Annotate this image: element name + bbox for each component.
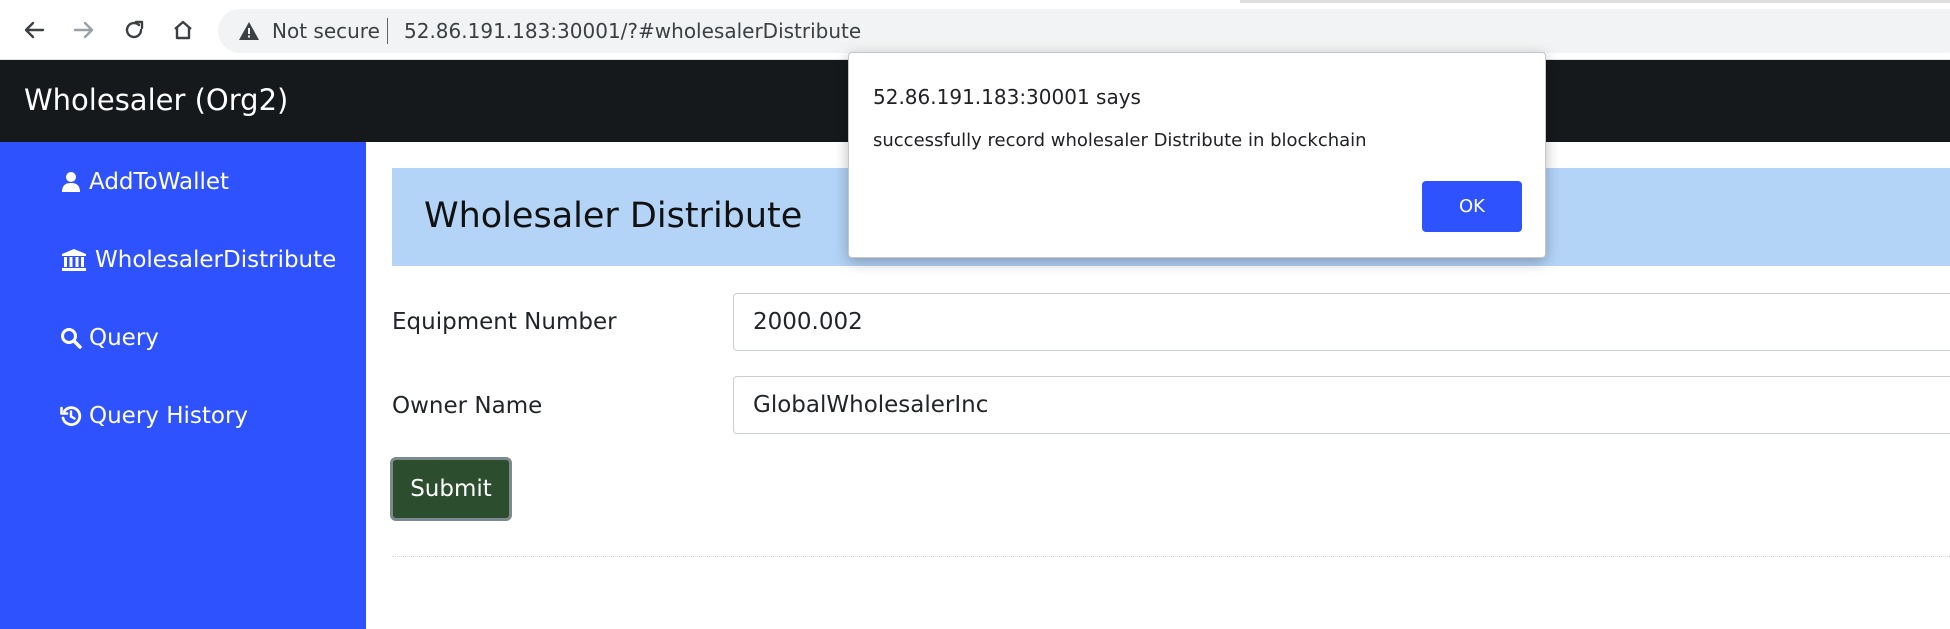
equipment-number-input[interactable]: [733, 293, 1950, 351]
sidebar-item-addtowallet[interactable]: AddToWallet: [60, 164, 229, 200]
sidebar-item-label: WholesalerDistribute: [95, 247, 337, 273]
alert-dialog: 52.86.191.183:30001 says successfully re…: [848, 52, 1546, 258]
sidebar: AddToWallet WholesalerDistribute Query Q…: [0, 142, 366, 629]
page-title: Wholesaler Distribute: [424, 196, 803, 236]
browser-toolbar: Not secure 52.86.191.183:30001/?#wholesa…: [0, 0, 1950, 60]
sidebar-item-query-history[interactable]: Query History: [60, 398, 248, 434]
not-secure-label[interactable]: Not secure: [272, 20, 380, 42]
search-icon: [60, 326, 82, 350]
ok-button[interactable]: OK: [1422, 181, 1522, 232]
tab-strip-line: [1240, 0, 1950, 3]
back-button[interactable]: [14, 12, 54, 48]
home-icon: [174, 20, 192, 40]
brand-title[interactable]: Wholesaler (Org2): [24, 82, 288, 118]
submit-button[interactable]: Submit: [390, 457, 512, 521]
back-arrow-icon: [24, 21, 45, 39]
history-icon: [60, 404, 82, 428]
sidebar-item-wholesalerdistribute[interactable]: WholesalerDistribute: [60, 242, 336, 278]
forward-arrow-icon: [73, 21, 94, 39]
sidebar-item-label: Query History: [89, 403, 249, 429]
content-divider: [392, 556, 1950, 557]
home-button[interactable]: [163, 12, 203, 48]
address-separator: [387, 18, 388, 44]
owner-name-label: Owner Name: [392, 393, 543, 419]
sidebar-item-label: Query: [89, 325, 159, 351]
reload-icon: [125, 20, 144, 39]
forward-button[interactable]: [64, 12, 104, 48]
equipment-number-label: Equipment Number: [392, 309, 617, 335]
owner-name-input[interactable]: [733, 376, 1950, 434]
reload-button[interactable]: [114, 12, 154, 48]
bank-icon: [60, 248, 88, 272]
dialog-message: successfully record wholesaler Distribut…: [873, 130, 1367, 151]
warning-icon[interactable]: [238, 21, 260, 41]
url-text[interactable]: 52.86.191.183:30001/?#wholesalerDistribu…: [404, 20, 861, 42]
dialog-title: 52.86.191.183:30001 says: [873, 85, 1141, 109]
user-icon: [60, 170, 82, 194]
sidebar-item-label: AddToWallet: [89, 169, 230, 195]
address-bar[interactable]: Not secure 52.86.191.183:30001/?#wholesa…: [218, 9, 1950, 53]
tab-strip: [0, 0, 1950, 4]
sidebar-item-query[interactable]: Query: [60, 320, 159, 356]
